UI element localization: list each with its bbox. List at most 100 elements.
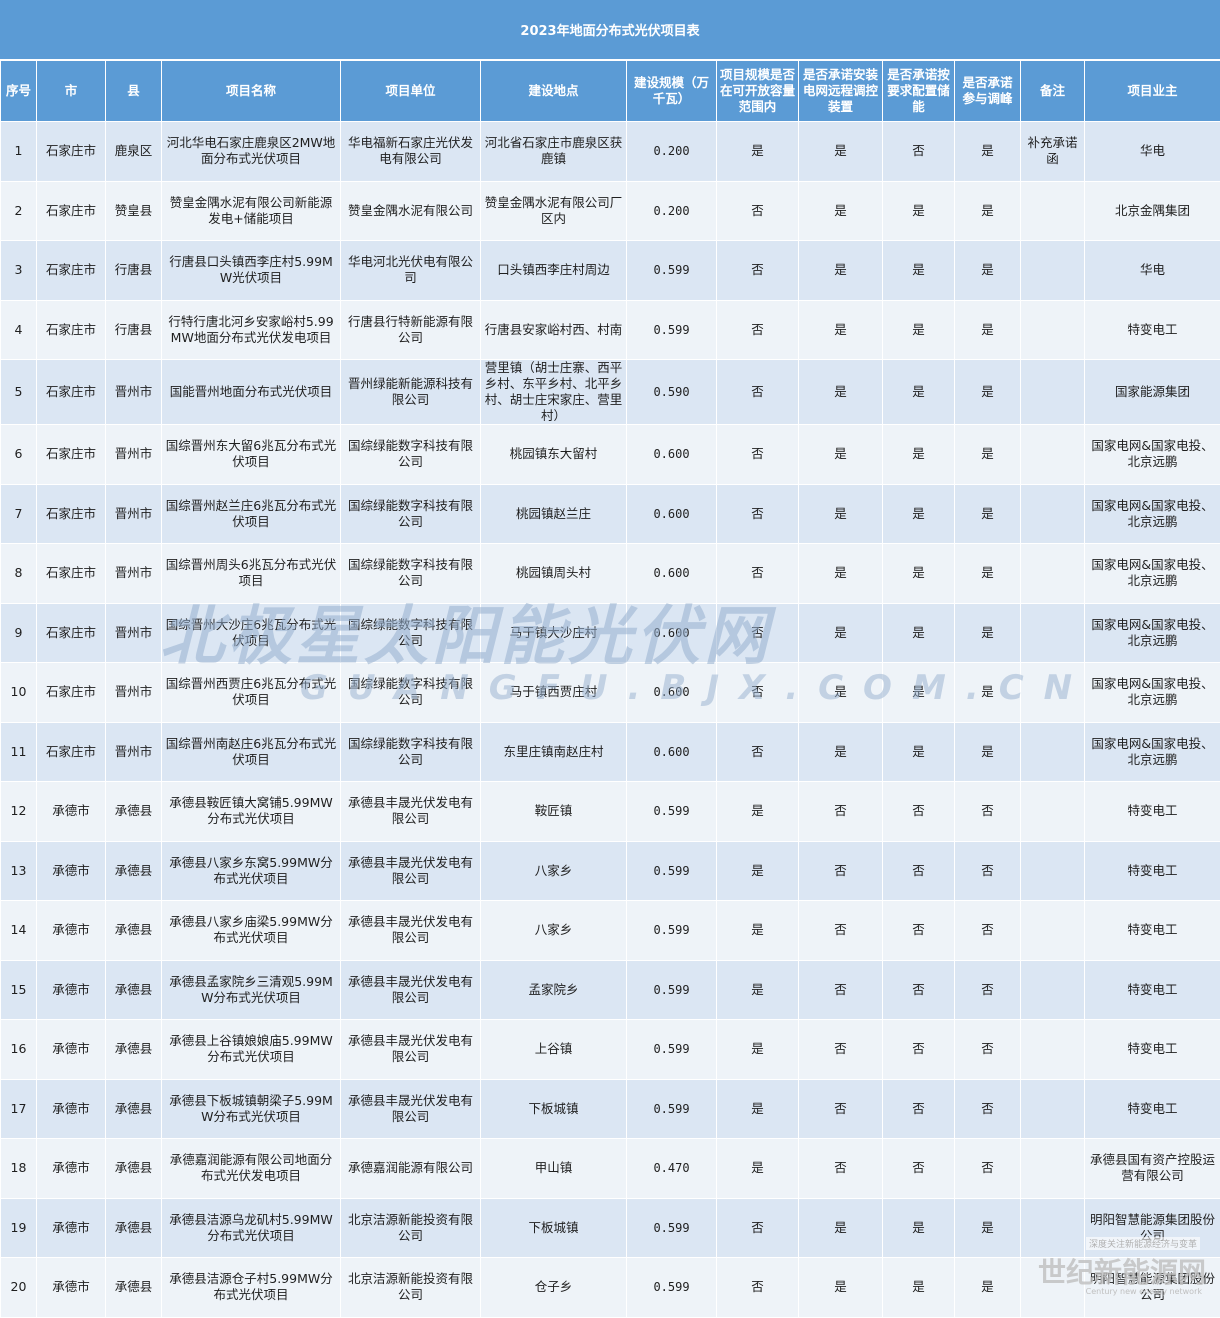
cell-storage: 是 (883, 360, 955, 425)
cell-project-name: 承德县下板城镇朝梁子5.99MW分布式光伏项目 (162, 1079, 341, 1139)
cell-owner: 华电 (1085, 241, 1220, 301)
cell-remarks (1021, 484, 1085, 544)
cell-city: 承德市 (37, 901, 106, 961)
col-header-storage: 是否承诺按要求配置储能 (883, 61, 955, 122)
cell-scale: 0.599 (627, 782, 717, 842)
cell-capacity-range: 否 (717, 360, 799, 425)
col-header-remarks: 备注 (1021, 61, 1085, 122)
cell-county: 行唐县 (106, 241, 162, 301)
cell-city: 承德市 (37, 1079, 106, 1139)
cell-owner: 国家电网&国家电投、北京远鹏 (1085, 425, 1220, 485)
cell-city: 承德市 (37, 782, 106, 842)
cell-remote-control: 是 (799, 544, 883, 604)
cell-owner: 国家能源集团 (1085, 360, 1220, 425)
cell-remote-control: 否 (799, 841, 883, 901)
cell-county: 晋州市 (106, 484, 162, 544)
cell-city: 承德市 (37, 1258, 106, 1318)
cell-remote-control: 否 (799, 1139, 883, 1199)
cell-location: 桃园镇周头村 (481, 544, 627, 604)
cell-index: 14 (1, 901, 37, 961)
cell-capacity-range: 是 (717, 901, 799, 961)
cell-peak-shaving: 是 (955, 1258, 1021, 1318)
cell-project-unit: 国综绿能数字科技有限公司 (341, 544, 481, 604)
cell-index: 5 (1, 360, 37, 425)
cell-index: 6 (1, 425, 37, 485)
cell-project-unit: 承德县丰晟光伏发电有限公司 (341, 1079, 481, 1139)
cell-project-unit: 北京洁源新能投资有限公司 (341, 1198, 481, 1258)
table-row: 5石家庄市晋州市国能晋州地面分布式光伏项目晋州绿能新能源科技有限公司营里镇（胡士… (1, 360, 1220, 425)
cell-peak-shaving: 是 (955, 122, 1021, 182)
cell-scale: 0.200 (627, 122, 717, 182)
cell-remarks (1021, 300, 1085, 360)
cell-location: 下板城镇 (481, 1198, 627, 1258)
cell-capacity-range: 否 (717, 544, 799, 604)
cell-city: 石家庄市 (37, 425, 106, 485)
table-row: 14承德市承德县承德县八家乡庙梁5.99MW分布式光伏项目承德县丰晟光伏发电有限… (1, 901, 1220, 961)
cell-owner: 承德县国有资产控股运营有限公司 (1085, 1139, 1220, 1199)
cell-owner: 特变电工 (1085, 841, 1220, 901)
cell-city: 石家庄市 (37, 663, 106, 723)
cell-scale: 0.599 (627, 1020, 717, 1080)
cell-index: 10 (1, 663, 37, 723)
cell-project-name: 行唐县口头镇西李庄村5.99MW光伏项目 (162, 241, 341, 301)
cell-project-unit: 承德县丰晟光伏发电有限公司 (341, 841, 481, 901)
cell-peak-shaving: 否 (955, 1139, 1021, 1199)
cell-scale: 0.599 (627, 901, 717, 961)
cell-project-name: 承德县洁源仓子村5.99MW分布式光伏项目 (162, 1258, 341, 1318)
cell-city: 石家庄市 (37, 484, 106, 544)
cell-scale: 0.600 (627, 722, 717, 782)
cell-storage: 否 (883, 782, 955, 842)
cell-county: 承德县 (106, 1079, 162, 1139)
cell-owner: 国家电网&国家电投、北京远鹏 (1085, 663, 1220, 723)
cell-project-unit: 承德县丰晟光伏发电有限公司 (341, 960, 481, 1020)
table-row: 11石家庄市晋州市国综晋州南赵庄6兆瓦分布式光伏项目国综绿能数字科技有限公司东里… (1, 722, 1220, 782)
cell-project-name: 承德县上谷镇娘娘庙5.99MW分布式光伏项目 (162, 1020, 341, 1080)
cell-index: 4 (1, 300, 37, 360)
cell-remote-control: 否 (799, 1020, 883, 1080)
cell-project-name: 国综晋州西贾庄6兆瓦分布式光伏项目 (162, 663, 341, 723)
cell-index: 3 (1, 241, 37, 301)
col-header-scale: 建设规模（万千瓦） (627, 61, 717, 122)
cell-remarks (1021, 901, 1085, 961)
cell-project-name: 国综晋州南赵庄6兆瓦分布式光伏项目 (162, 722, 341, 782)
cell-peak-shaving: 否 (955, 782, 1021, 842)
cell-remote-control: 是 (799, 1198, 883, 1258)
cell-peak-shaving: 是 (955, 603, 1021, 663)
cell-project-unit: 承德县丰晟光伏发电有限公司 (341, 901, 481, 961)
cell-peak-shaving: 否 (955, 1020, 1021, 1080)
cell-remarks (1021, 425, 1085, 485)
cell-project-unit: 承德嘉润能源有限公司 (341, 1139, 481, 1199)
table-row: 16承德市承德县承德县上谷镇娘娘庙5.99MW分布式光伏项目承德县丰晟光伏发电有… (1, 1020, 1220, 1080)
cell-remarks (1021, 841, 1085, 901)
cell-county: 承德县 (106, 1020, 162, 1080)
cell-project-name: 河北华电石家庄鹿泉区2MW地面分布式光伏项目 (162, 122, 341, 182)
cell-remarks (1021, 663, 1085, 723)
cell-project-name: 国综晋州赵兰庄6兆瓦分布式光伏项目 (162, 484, 341, 544)
cell-remarks: 补充承诺函 (1021, 122, 1085, 182)
cell-county: 承德县 (106, 1258, 162, 1318)
cell-remote-control: 是 (799, 241, 883, 301)
cell-remote-control: 是 (799, 1258, 883, 1318)
cell-project-name: 承德县八家乡庙梁5.99MW分布式光伏项目 (162, 901, 341, 961)
cell-county: 赞皇县 (106, 181, 162, 241)
cell-index: 9 (1, 603, 37, 663)
table-row: 12承德市承德县承德县鞍匠镇大窝铺5.99MW分布式光伏项目承德县丰晟光伏发电有… (1, 782, 1220, 842)
cell-city: 石家庄市 (37, 603, 106, 663)
cell-location: 上谷镇 (481, 1020, 627, 1080)
cell-capacity-range: 是 (717, 841, 799, 901)
cell-project-name: 行特行唐北河乡安家峪村5.99MW地面分布式光伏发电项目 (162, 300, 341, 360)
cell-remote-control: 是 (799, 122, 883, 182)
cell-location: 行唐县安家峪村西、村南 (481, 300, 627, 360)
cell-scale: 0.600 (627, 603, 717, 663)
cell-project-name: 赞皇金隅水泥有限公司新能源发电+储能项目 (162, 181, 341, 241)
cell-owner: 国家电网&国家电投、北京远鹏 (1085, 603, 1220, 663)
cell-remarks (1021, 544, 1085, 604)
cell-city: 承德市 (37, 960, 106, 1020)
cell-project-name: 国综晋州大沙庄6兆瓦分布式光伏项目 (162, 603, 341, 663)
cell-project-unit: 华电河北光伏电有限公司 (341, 241, 481, 301)
table-row: 4石家庄市行唐县行特行唐北河乡安家峪村5.99MW地面分布式光伏发电项目行唐县行… (1, 300, 1220, 360)
cell-county: 晋州市 (106, 544, 162, 604)
cell-project-unit: 国综绿能数字科技有限公司 (341, 603, 481, 663)
cell-owner: 特变电工 (1085, 782, 1220, 842)
cell-location: 桃园镇赵兰庄 (481, 484, 627, 544)
